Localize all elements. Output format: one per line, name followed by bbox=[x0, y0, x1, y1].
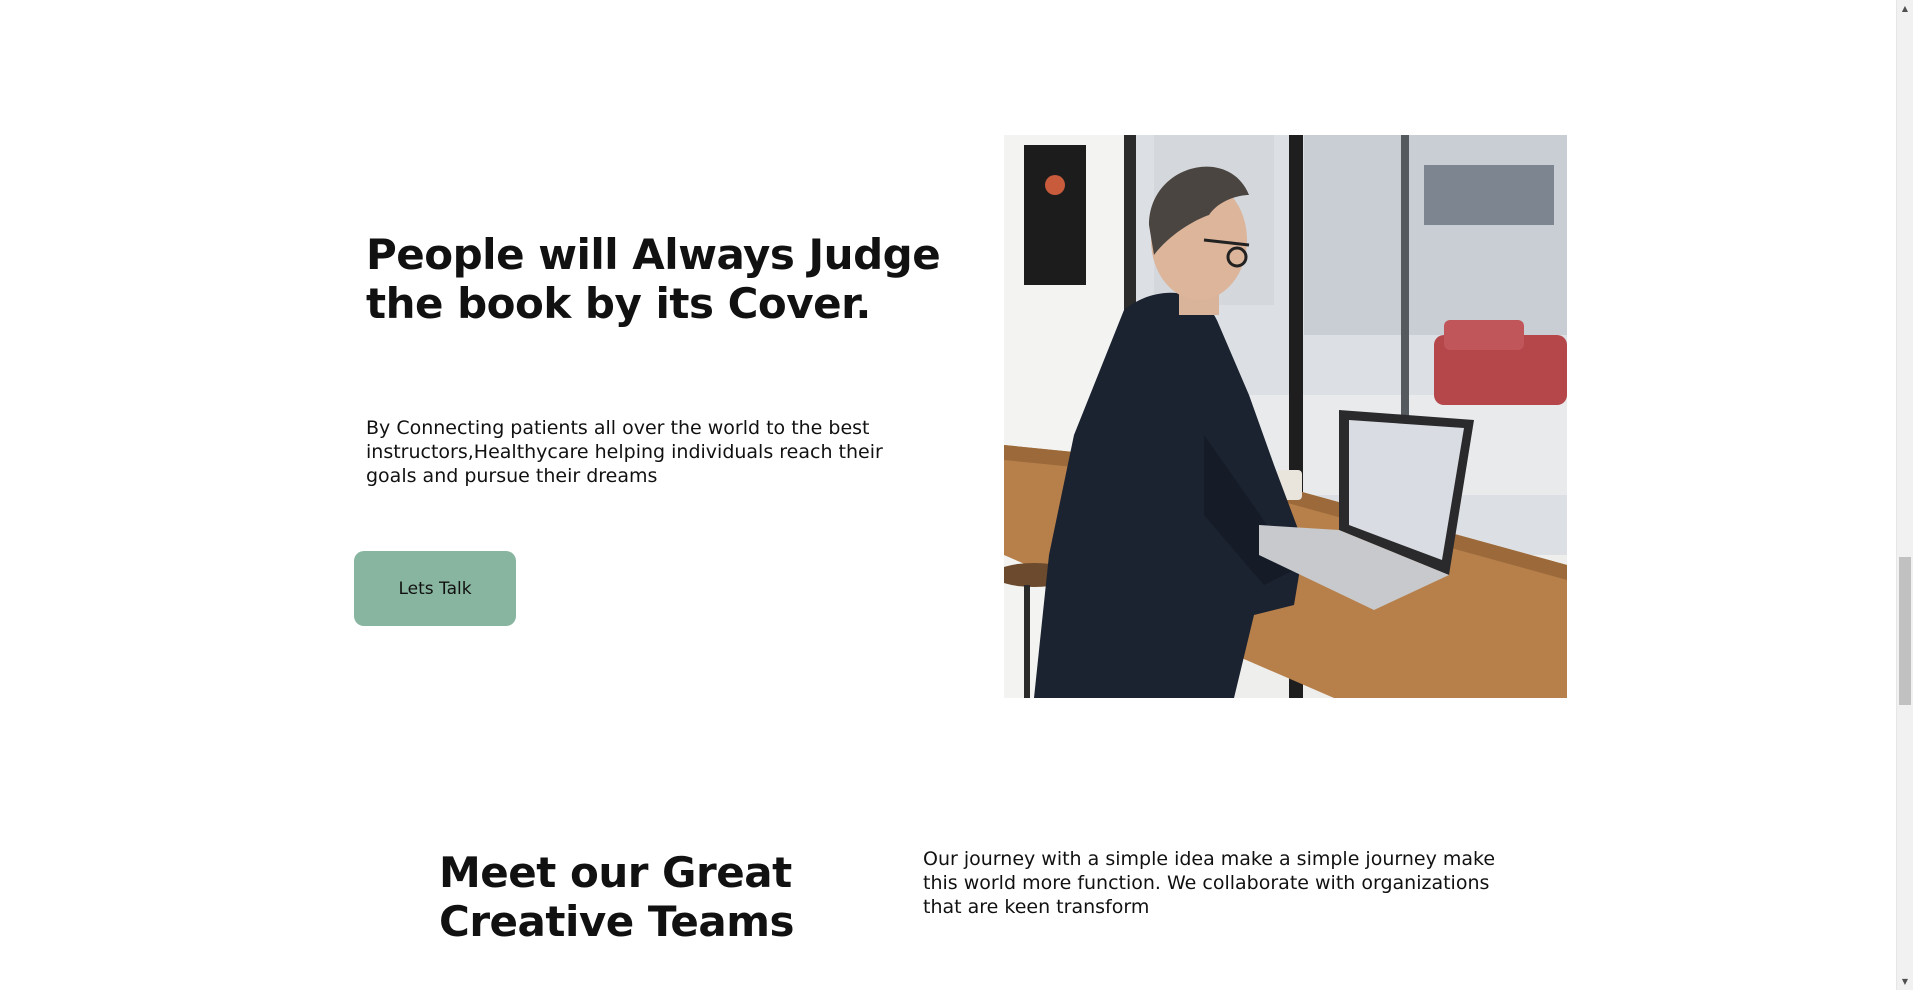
hero-photo bbox=[1004, 135, 1567, 698]
page: People will Always Judge the book by its… bbox=[0, 0, 1913, 990]
scroll-down-arrow-icon[interactable]: ▼ bbox=[1897, 973, 1913, 990]
team-description: Our journey with a simple idea make a si… bbox=[923, 848, 1496, 918]
vertical-scrollbar[interactable]: ▲ ▼ bbox=[1896, 0, 1913, 990]
lets-talk-button[interactable]: Lets Talk bbox=[354, 551, 516, 626]
scroll-up-arrow-icon[interactable]: ▲ bbox=[1897, 0, 1913, 17]
team-heading: Meet our Great Creative Teams bbox=[439, 848, 794, 946]
poster bbox=[1024, 145, 1086, 285]
scrollbar-thumb[interactable] bbox=[1899, 557, 1911, 705]
hero-heading: People will Always Judge the book by its… bbox=[366, 230, 941, 328]
hero-description: By Connecting patients all over the worl… bbox=[366, 417, 883, 487]
